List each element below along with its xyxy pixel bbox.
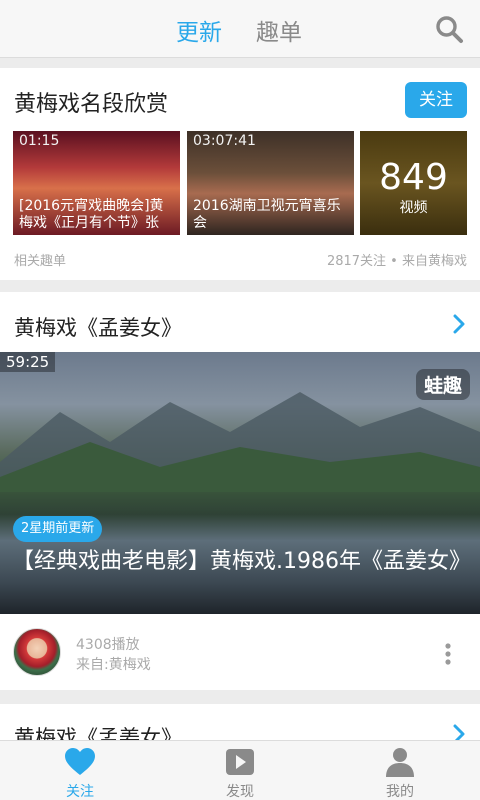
thumbnail-duration: 03:07:41 [193, 133, 256, 149]
more-videos-thumbnail[interactable]: 849 视频 [360, 131, 467, 235]
thumbnail-caption: 2016湖南卫视元宵喜乐会 [193, 198, 341, 231]
video-count: 849 [379, 157, 448, 198]
nav-label: 我的 [386, 784, 414, 800]
thumbnail-caption: [2016元宵戏曲晚会]黄梅戏《正月有个节》张 [19, 198, 164, 231]
search-icon[interactable] [434, 14, 464, 44]
video-section-title[interactable]: 黄梅戏《孟姜女》 [14, 312, 182, 342]
play-icon [226, 749, 254, 775]
nav-label: 发现 [226, 784, 254, 800]
thumbnail-duration: 01:15 [19, 133, 60, 149]
playlist-card: 黄梅戏名段欣赏 关注 01:15 [2016元宵戏曲晚会]黄梅戏《正月有个节》张… [0, 68, 480, 280]
video-title: 【经典戏曲老电影】黄梅戏.1986年《孟姜女》 [12, 549, 471, 574]
video-thumbnail[interactable]: 01:15 [2016元宵戏曲晚会]黄梅戏《正月有个节》张 [13, 131, 180, 235]
nav-label: 关注 [66, 784, 94, 800]
video-player-thumbnail[interactable]: 59:25 蛙趣 2星期前更新 【经典戏曲老电影】黄梅戏.1986年《孟姜女》 [0, 352, 480, 614]
tab-updates[interactable]: 更新 [176, 13, 222, 47]
update-badge: 2星期前更新 [13, 516, 103, 542]
video-duration: 59:25 [0, 352, 56, 372]
video-source[interactable]: 来自:黄梅戏 [76, 654, 151, 674]
video-thumbnail[interactable]: 03:07:41 2016湖南卫视元宵喜乐会 [187, 131, 354, 235]
avatar[interactable] [13, 628, 61, 676]
nav-item-discover[interactable]: 发现 [160, 741, 320, 800]
follow-count-source: 2817关注 • 来自黄梅戏 [326, 254, 467, 269]
playlist-title[interactable]: 黄梅戏名段欣赏 [14, 86, 168, 118]
video-count-label: 视频 [399, 200, 428, 216]
nav-item-follow[interactable]: 关注 [0, 741, 160, 800]
chevron-right-icon[interactable] [452, 314, 466, 334]
video-card: 黄梅戏《孟姜女》 59:25 蛙趣 2星期前更新 【经典戏曲老电影】黄梅戏.19… [0, 292, 480, 690]
related-playlists-label: 相关趣单 [14, 254, 67, 269]
more-options-icon[interactable] [444, 642, 452, 666]
heart-icon [65, 748, 95, 775]
top-bar: 更新 趣单 [0, 0, 480, 58]
person-icon [386, 748, 414, 777]
video-frame-scene [0, 392, 480, 492]
tab-playlists[interactable]: 趣单 [256, 13, 302, 47]
play-count: 4308播放 [76, 637, 140, 653]
bottom-nav: 关注 发现 我的 [0, 740, 480, 800]
follow-button[interactable]: 关注 [405, 82, 467, 118]
watermark-logo: 蛙趣 [415, 369, 470, 400]
nav-item-me[interactable]: 我的 [320, 741, 480, 800]
